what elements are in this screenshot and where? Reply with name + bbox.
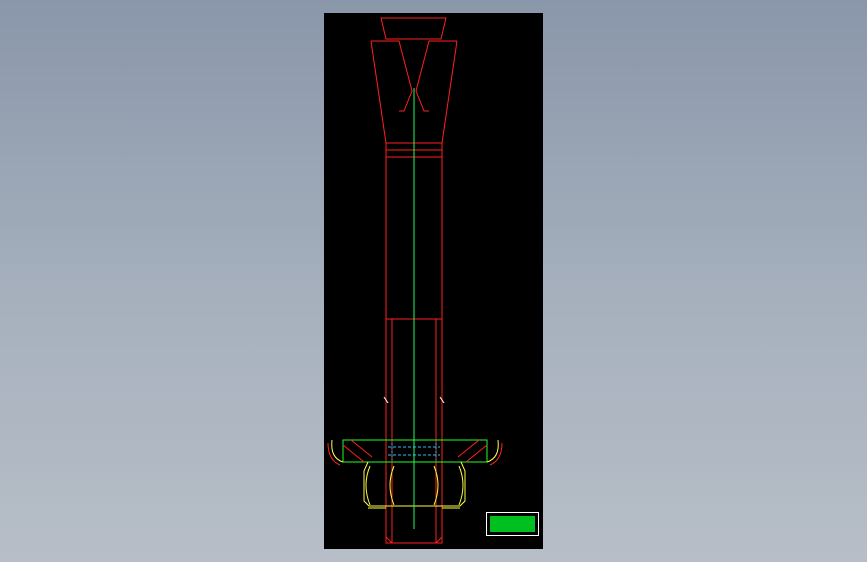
- chamfer-left: [385, 536, 393, 544]
- cad-viewport[interactable]: [0, 0, 867, 562]
- sleeve-outer-right: [441, 40, 458, 144]
- drawing-area[interactable]: [324, 13, 543, 549]
- sleeve-outer-left: [370, 40, 387, 144]
- washer-curl-right: [486, 439, 499, 463]
- company-logo-stamp: [486, 512, 539, 536]
- stamp-fill: [490, 516, 535, 532]
- anchor-bolt-drawing: [327, 17, 503, 544]
- nut-face-left: [365, 465, 371, 506]
- sleeve-left: [371, 40, 413, 112]
- sleeve-right: [415, 40, 457, 112]
- cone-top: [380, 17, 447, 40]
- chamfer-right: [435, 536, 443, 544]
- washer-curl-left: [331, 439, 344, 463]
- nut-face-right: [458, 465, 464, 506]
